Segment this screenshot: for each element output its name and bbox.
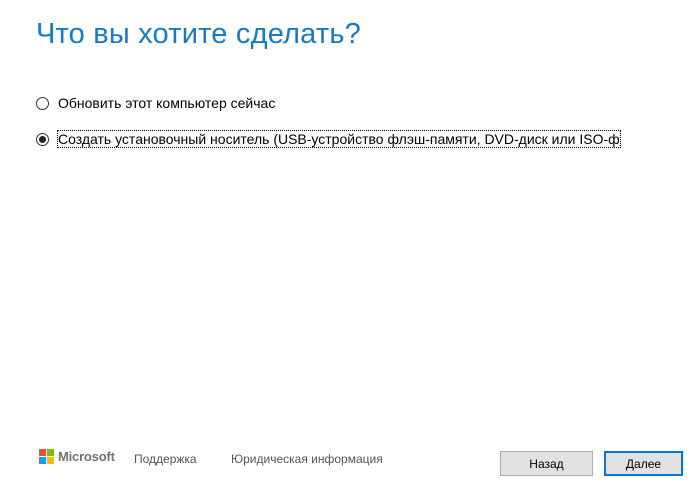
back-button-label: Назад (529, 456, 564, 471)
microsoft-logo-icon (39, 449, 54, 464)
next-button[interactable]: Далее (604, 451, 683, 476)
radio-selected-dot (39, 135, 46, 143)
page-title: Что вы хотите сделать? (36, 18, 361, 50)
option-upgrade-pc[interactable]: Обновить этот компьютер сейчас (36, 93, 275, 113)
footer: Microsoft Поддержка Юридическая информац… (0, 446, 693, 476)
option-create-media[interactable]: Создать установочный носитель (USB-устро… (36, 129, 648, 149)
media-creation-tool-page: Что вы хотите сделать? Обновить этот ком… (0, 0, 693, 490)
option-create-media-label: Создать установочный носитель (USB-устро… (57, 130, 621, 148)
microsoft-logo: Microsoft (39, 449, 115, 464)
next-button-label: Далее (625, 456, 662, 471)
microsoft-brand-text: Microsoft (58, 449, 115, 464)
legal-info-link[interactable]: Юридическая информация (231, 452, 383, 466)
back-button[interactable]: Назад (500, 451, 593, 476)
support-link[interactable]: Поддержка (134, 452, 197, 466)
radio-create-media[interactable] (36, 132, 49, 146)
radio-upgrade-pc[interactable] (36, 96, 49, 110)
option-upgrade-pc-label: Обновить этот компьютер сейчас (58, 95, 276, 111)
